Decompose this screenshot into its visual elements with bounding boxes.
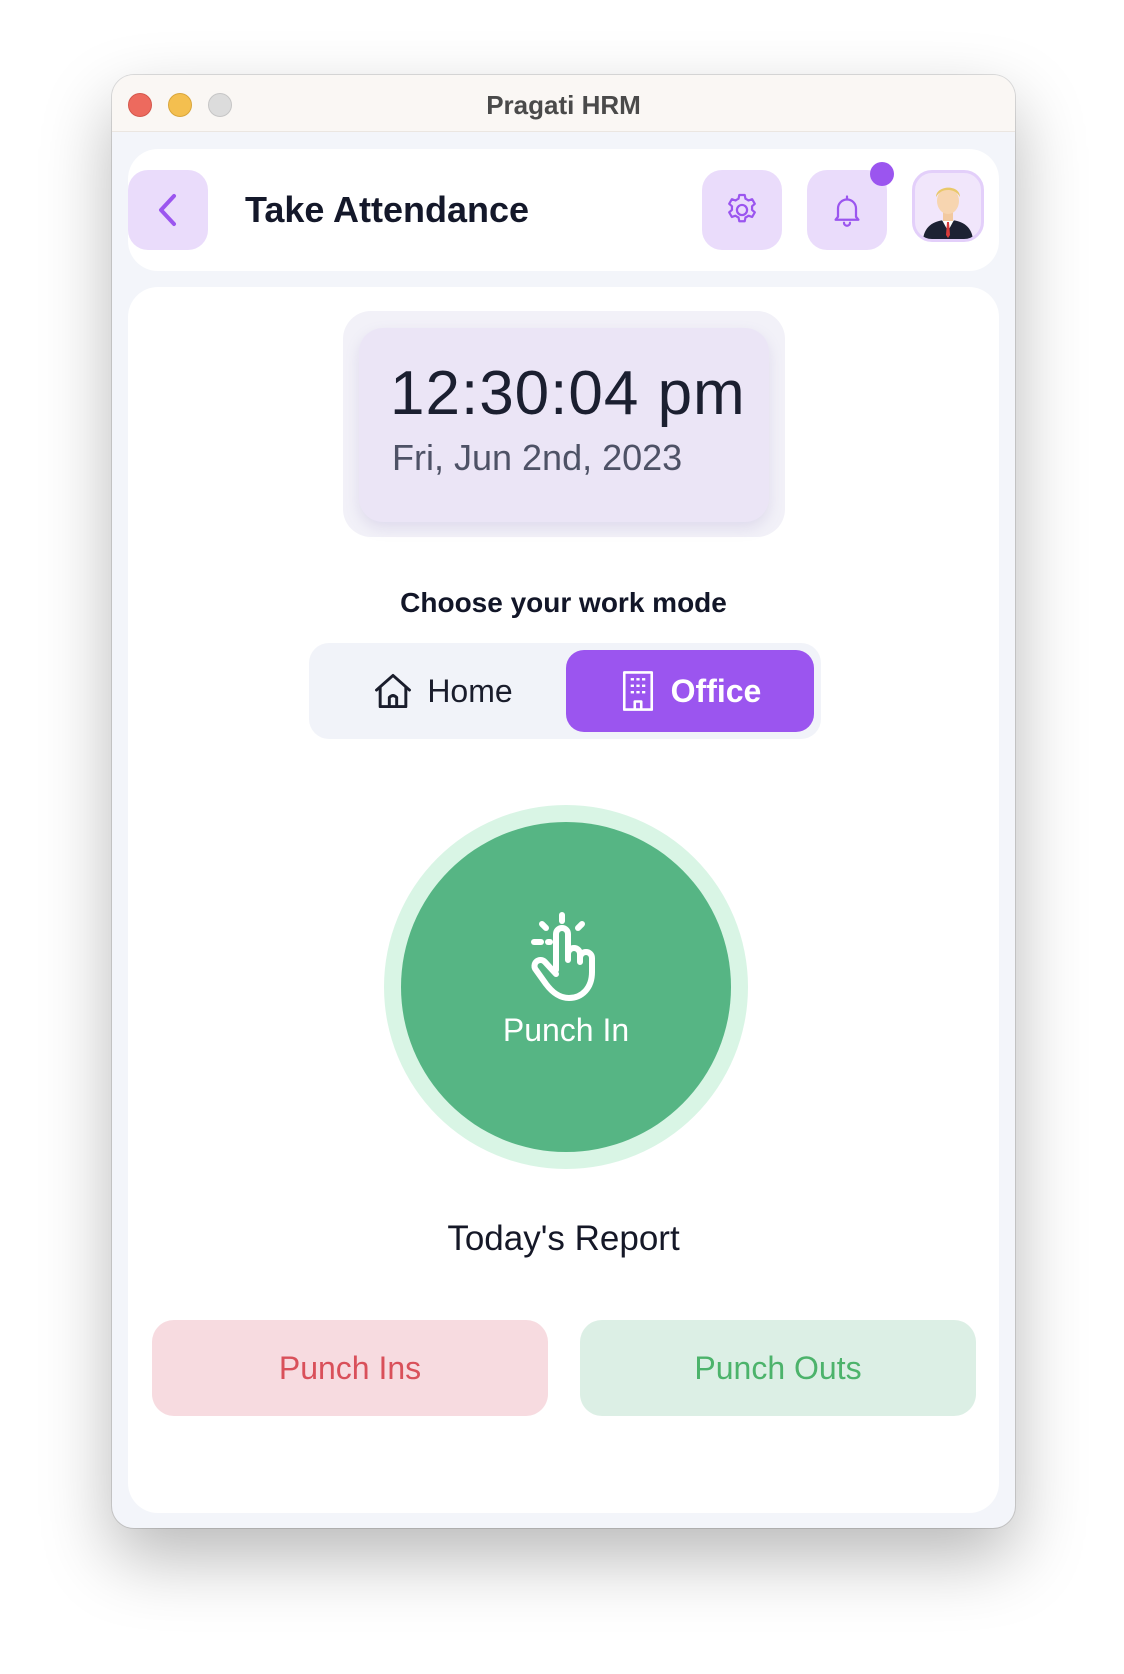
notification-badge <box>870 162 894 186</box>
work-mode-label: Choose your work mode <box>400 587 727 618</box>
building-icon <box>622 671 653 711</box>
bell-icon <box>834 195 860 227</box>
user-avatar[interactable] <box>912 170 984 242</box>
settings-button[interactable] <box>702 170 782 250</box>
window-title: Pragati HRM <box>486 90 641 120</box>
title-bar: Pragati HRM <box>112 75 1015 132</box>
back-button[interactable] <box>128 170 208 250</box>
person-avatar-icon <box>923 187 973 239</box>
work-mode-office-option[interactable]: Office <box>566 650 814 732</box>
current-date: Fri, Jun 2nd, 2023 <box>392 437 683 478</box>
punch-in-label: Punch In <box>502 1011 630 1048</box>
work-mode-office-label: Office <box>670 672 762 709</box>
app-window: Pragati HRM Take Attendance 12:30:04 pm … <box>112 75 1015 1528</box>
current-time: 12:30:04 pm <box>390 359 746 428</box>
page-title: Take Attendance <box>245 189 530 230</box>
chevron-left-icon <box>159 194 176 226</box>
punch-ins-button[interactable]: Punch Ins <box>152 1320 548 1416</box>
punch-in-button[interactable]: Punch In <box>401 822 731 1152</box>
gear-icon <box>728 193 756 223</box>
hand-tap-icon <box>531 911 595 1001</box>
work-mode-home-option[interactable]: Home <box>322 650 562 732</box>
home-icon <box>375 673 412 709</box>
work-mode-home-label: Home <box>427 672 513 709</box>
report-title: Today's Report <box>447 1219 680 1258</box>
punch-outs-button[interactable]: Punch Outs <box>580 1320 976 1416</box>
